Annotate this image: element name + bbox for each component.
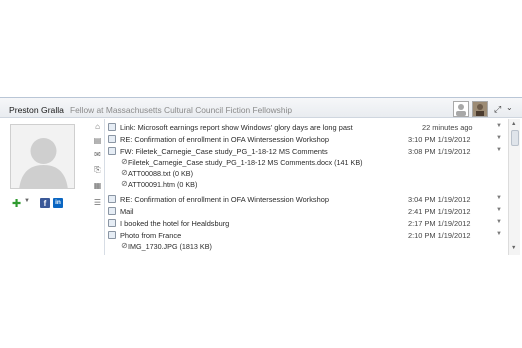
message-subject: RE: Confirmation of enrollment in OFA Wi… — [120, 135, 329, 144]
attachment-item[interactable]: ⊘ Filetek_Carnegie_Case study_PG_1-18-12… — [106, 157, 406, 168]
message-subject: I booked the hotel for Healdsburg — [120, 219, 230, 228]
message-time: 2:41 PM 1/19/2012 — [408, 207, 471, 216]
message-subject: RE: Confirmation of enrollment in OFA Wi… — [120, 195, 329, 204]
mail-icon — [108, 195, 116, 203]
scroll-up-icon[interactable]: ▲ — [511, 121, 516, 127]
calendar-icon[interactable]: ▦ — [93, 181, 102, 190]
list-item[interactable]: FW: Filetek_Carnegie_Case study_PG_1-18-… — [106, 146, 508, 157]
scrollbar[interactable]: ▲ ▼ — [508, 119, 520, 255]
mail-icon[interactable]: ✉ — [93, 150, 102, 159]
home-icon[interactable]: ⌂ — [93, 122, 102, 131]
facebook-icon[interactable]: f — [40, 198, 50, 208]
contact-card: ✚ ▼ f in — [0, 119, 90, 255]
linkedin-icon[interactable]: in — [53, 198, 63, 208]
message-time: 2:10 PM 1/19/2012 — [408, 231, 471, 240]
contact-thumbnail-2[interactable] — [472, 101, 488, 117]
attachment-icon[interactable]: ⎘ — [93, 165, 102, 174]
paperclip-icon: ⊘ — [121, 241, 128, 250]
list-item[interactable]: I booked the hotel for Healdsburg 2:17 P… — [106, 218, 508, 229]
message-list: Link: Microsoft earnings report show Win… — [106, 119, 508, 255]
chevron-down-icon[interactable]: ▼ — [496, 123, 502, 129]
message-time: 3:08 PM 1/19/2012 — [408, 147, 471, 156]
contact-thumbnail-1[interactable] — [453, 101, 469, 117]
chevron-down-icon[interactable]: ▼ — [496, 147, 502, 153]
message-time: 22 minutes ago — [422, 123, 473, 132]
attachment-item[interactable]: ⊘ ATT00091.htm (0 KB) — [106, 179, 406, 190]
mail-icon — [108, 135, 116, 143]
attachment-name: ATT00088.txt (0 KB) — [128, 169, 193, 178]
chevron-down-icon[interactable]: ▼ — [496, 231, 502, 237]
attachment-item[interactable]: ⊘ ATT00088.txt (0 KB) — [106, 168, 406, 179]
expand-icon[interactable]: ⤢ — [494, 104, 501, 115]
contact-title: Fellow at Massachusetts Cultural Council… — [70, 105, 293, 115]
document-icon[interactable]: ▤ — [93, 136, 102, 145]
chevron-down-icon[interactable]: ▼ — [496, 135, 502, 141]
link-icon — [108, 123, 116, 131]
chevron-down-icon[interactable]: ▼ — [496, 219, 502, 225]
chevron-down-icon[interactable]: ▼ — [496, 207, 502, 213]
mail-icon — [108, 219, 116, 227]
avatar — [10, 124, 75, 189]
chevron-down-icon[interactable]: ▼ — [24, 198, 30, 204]
mail-icon — [108, 231, 116, 239]
list-item[interactable]: Mail 2:41 PM 1/19/2012 ▼ — [106, 206, 508, 217]
message-subject: Link: Microsoft earnings report show Win… — [120, 123, 353, 132]
message-subject: FW: Filetek_Carnegie_Case study_PG_1-18-… — [120, 147, 328, 156]
scrollbar-thumb[interactable] — [511, 130, 519, 146]
message-subject: Photo from France — [120, 231, 182, 240]
mail-icon — [108, 207, 116, 215]
list-item[interactable]: RE: Confirmation of enrollment in OFA Wi… — [106, 134, 508, 145]
list-item[interactable]: RE: Confirmation of enrollment in OFA Wi… — [106, 194, 508, 205]
attachment-name: ATT00091.htm (0 KB) — [128, 180, 198, 189]
message-subject: Mail — [120, 207, 134, 216]
contact-name[interactable]: Preston Gralla — [9, 105, 64, 115]
add-contact-icon[interactable]: ✚ — [12, 197, 21, 210]
paperclip-icon: ⊘ — [121, 168, 128, 177]
message-time: 2:17 PM 1/19/2012 — [408, 219, 471, 228]
people-pane-header: Preston Gralla Fellow at Massachusetts C… — [0, 98, 522, 118]
chevron-down-icon[interactable]: ⌄ — [506, 103, 513, 112]
attachment-name: IMG_1730.JPG (1813 KB) — [128, 242, 212, 251]
paperclip-icon: ⊘ — [121, 179, 128, 188]
attachment-item[interactable]: ⊘ IMG_1730.JPG (1813 KB) — [106, 241, 406, 252]
attachment-name: Filetek_Carnegie_Case study_PG_1-18-12 M… — [128, 158, 363, 167]
scroll-down-icon[interactable]: ▼ — [511, 245, 516, 251]
people-pane-nav: ⌂ ▤ ✉ ⎘ ▦ ☰ — [90, 119, 105, 255]
people-pane: Preston Gralla Fellow at Massachusetts C… — [0, 97, 522, 255]
mail-icon — [108, 147, 116, 155]
message-time: 3:04 PM 1/19/2012 — [408, 195, 471, 204]
chevron-down-icon[interactable]: ▼ — [496, 195, 502, 201]
list-item[interactable]: Photo from France 2:10 PM 1/19/2012 ▼ — [106, 230, 508, 241]
list-item[interactable]: Link: Microsoft earnings report show Win… — [106, 122, 508, 133]
message-time: 3:10 PM 1/19/2012 — [408, 135, 471, 144]
activity-icon[interactable]: ☰ — [93, 198, 102, 207]
paperclip-icon: ⊘ — [121, 157, 128, 166]
